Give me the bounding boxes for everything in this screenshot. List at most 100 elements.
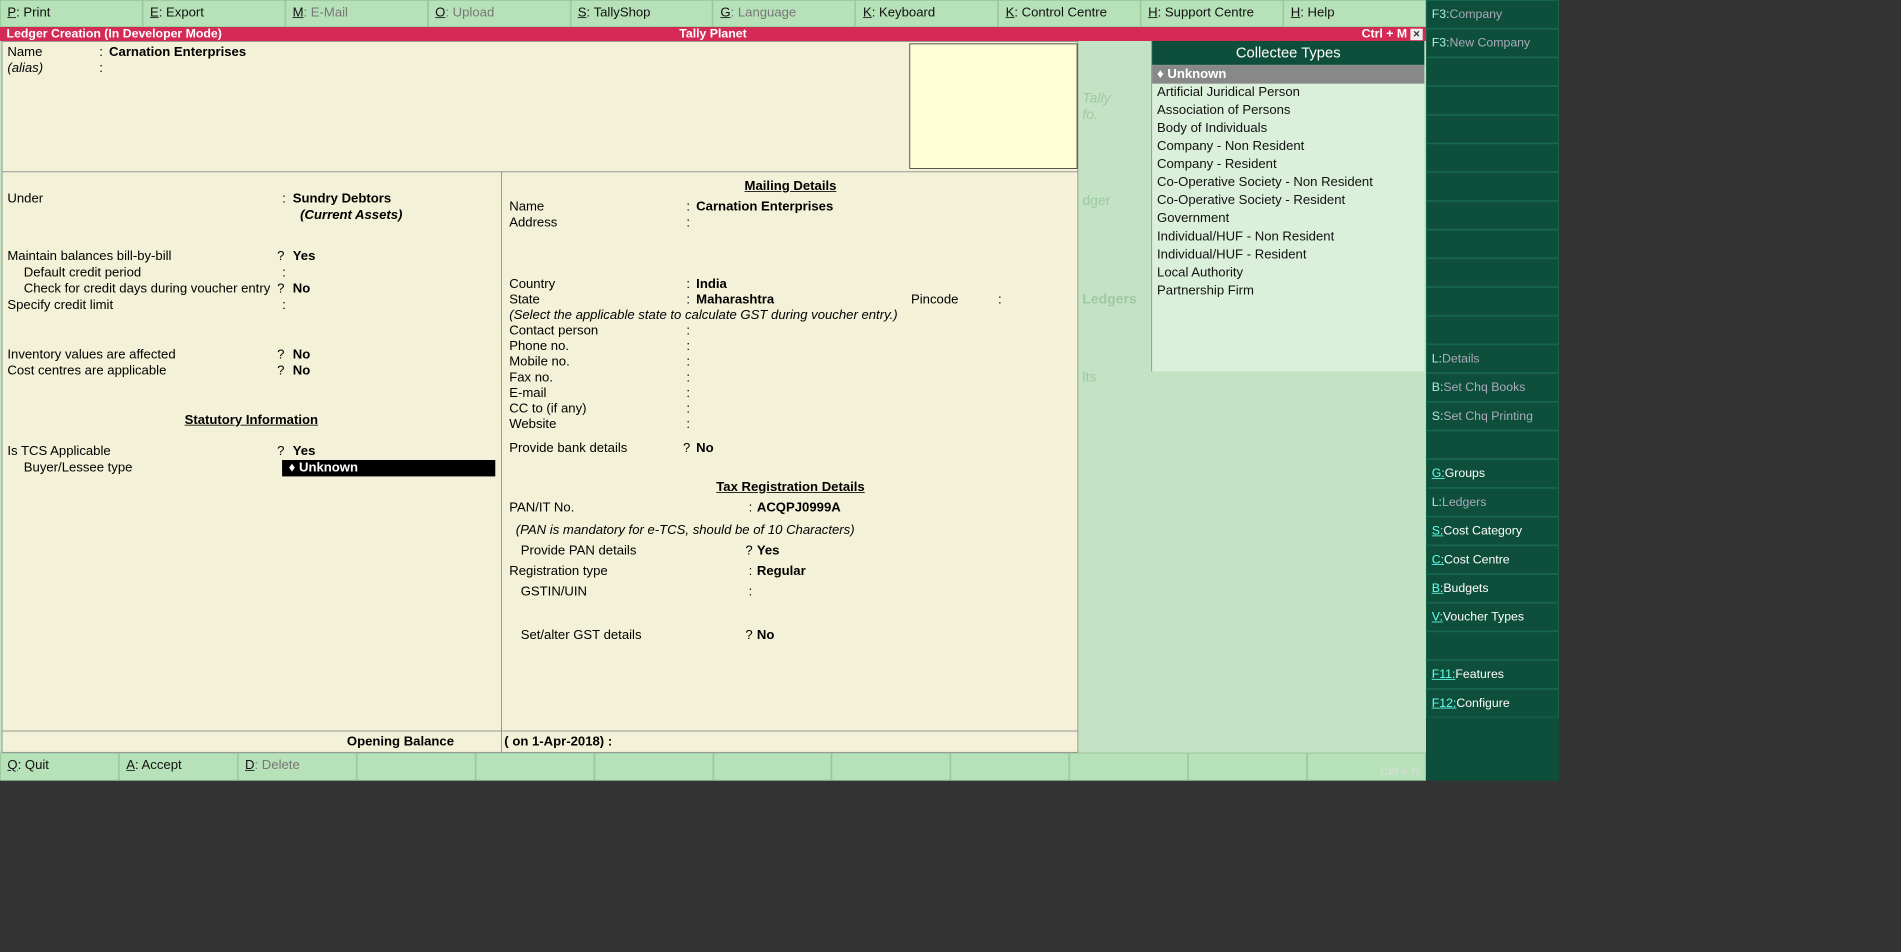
side-spacer xyxy=(1426,316,1559,345)
menu-help[interactable]: H: Help xyxy=(1283,0,1426,27)
check-credit-label: Check for credit days during voucher ent… xyxy=(24,281,270,297)
mailing-title: Mailing Details xyxy=(506,180,1075,195)
side-company[interactable]: F3: Company xyxy=(1426,0,1559,29)
side-spacer xyxy=(1426,57,1559,86)
collectee-item[interactable]: Individual/HUF - Non Resident xyxy=(1152,228,1424,246)
side-spacer xyxy=(1426,431,1559,460)
collectee-item[interactable]: Artificial Juridical Person xyxy=(1152,84,1424,102)
side-ledgers[interactable]: L: Ledgers xyxy=(1426,488,1559,517)
country-label: Country xyxy=(509,276,555,292)
menu-empty xyxy=(951,753,1070,781)
side-new-company[interactable]: F3: New Company xyxy=(1426,29,1559,58)
side-set-chq-printing[interactable]: S: Set Chq Printing xyxy=(1426,402,1559,431)
collectee-item[interactable]: Body of Individuals xyxy=(1152,120,1424,138)
side-budgets[interactable]: B: Budgets xyxy=(1426,574,1559,603)
buyer-field[interactable]: ♦ Unknown xyxy=(282,460,495,476)
email-label: E-mail xyxy=(509,385,546,401)
side-spacer xyxy=(1426,287,1559,316)
tcs-label: Is TCS Applicable xyxy=(7,444,110,460)
side-cost-centre[interactable]: C: Cost Centre xyxy=(1426,545,1559,574)
side-configure[interactable]: F12: Configure xyxy=(1426,689,1559,718)
menu-empty xyxy=(594,753,713,781)
check-credit-field[interactable]: No xyxy=(293,281,310,297)
collectee-item[interactable]: Unknown xyxy=(1152,66,1424,84)
under-field[interactable]: Sundry Debtors xyxy=(293,191,391,207)
opening-balance-row: Opening Balance ( on 1-Apr-2018) : xyxy=(2,731,1077,752)
cc-label: CC to (if any) xyxy=(509,401,586,417)
maintain-field[interactable]: Yes xyxy=(293,248,316,264)
provide-pan-field[interactable]: Yes xyxy=(757,543,780,559)
bank-label: Provide bank details xyxy=(509,440,627,456)
menu-accept[interactable]: A: Accept xyxy=(119,753,238,781)
menu-print[interactable]: P: Print xyxy=(0,0,143,27)
menu-delete[interactable]: D: Delete xyxy=(238,753,357,781)
collectee-item[interactable]: Government xyxy=(1152,210,1424,228)
side-spacer xyxy=(1426,115,1559,144)
alias-label: (alias) xyxy=(7,62,43,77)
country-field[interactable]: India xyxy=(696,276,727,292)
inv-field[interactable]: No xyxy=(293,347,310,363)
side-details[interactable]: L: Details xyxy=(1426,344,1559,373)
side-spacer xyxy=(1426,144,1559,173)
side-button-bar: F3: CompanyF3: New Company L: DetailsB: S… xyxy=(1426,0,1559,781)
top-menu: P: PrintE: ExportM: E-MailO: UploadS: Ta… xyxy=(0,0,1426,27)
menu-quit[interactable]: Q: Quit xyxy=(0,753,119,781)
collectee-item[interactable]: Company - Resident xyxy=(1152,156,1424,174)
menu-export[interactable]: E: Export xyxy=(143,0,286,27)
collectee-item[interactable]: Partnership Firm xyxy=(1152,282,1424,300)
provide-pan-label: Provide PAN details xyxy=(521,543,637,559)
phone-label: Phone no. xyxy=(509,339,569,355)
opening-date: ( on 1-Apr-2018) : xyxy=(504,735,612,750)
cost-label: Cost centres are applicable xyxy=(7,363,166,379)
state-field[interactable]: Maharashtra xyxy=(696,292,774,308)
contact-label: Contact person xyxy=(509,323,598,339)
menu-empty xyxy=(1188,753,1307,781)
side-groups[interactable]: G: Groups xyxy=(1426,459,1559,488)
menu-support centre[interactable]: H: Support Centre xyxy=(1141,0,1284,27)
bg-text: fo. xyxy=(1082,107,1098,123)
side-features[interactable]: F11: Features xyxy=(1426,660,1559,689)
state-note: (Select the applicable state to calculat… xyxy=(509,308,897,324)
collectee-item[interactable]: Individual/HUF - Resident xyxy=(1152,246,1424,264)
side-spacer xyxy=(1426,86,1559,115)
maintain-label: Maintain balances bill-by-bill xyxy=(7,248,171,264)
addr-label: Address xyxy=(509,215,557,231)
reg-field[interactable]: Regular xyxy=(757,563,806,579)
menu-control centre[interactable]: K: Control Centre xyxy=(998,0,1141,27)
bank-field[interactable]: No xyxy=(696,440,713,456)
menu-language[interactable]: G: Language xyxy=(713,0,856,27)
side-spacer xyxy=(1426,201,1559,230)
name-field[interactable]: Carnation Enterprises xyxy=(109,45,246,60)
reg-label: Registration type xyxy=(509,563,607,579)
collectee-item[interactable]: Co-Operative Society - Non Resident xyxy=(1152,174,1424,192)
cost-field[interactable]: No xyxy=(293,363,310,379)
collectee-item[interactable]: Association of Persons xyxy=(1152,102,1424,120)
menu-e-mail[interactable]: M: E-Mail xyxy=(285,0,428,27)
menu-keyboard[interactable]: K: Keyboard xyxy=(856,0,999,27)
menu-empty xyxy=(832,753,951,781)
side-spacer xyxy=(1426,258,1559,287)
menu-empty xyxy=(1069,753,1188,781)
pan-field[interactable]: ACQPJ0999A xyxy=(757,500,841,516)
bottom-menu: Q: QuitA: AcceptD: Delete xyxy=(0,753,1426,781)
tcs-field[interactable]: Yes xyxy=(293,444,316,460)
spec-limit-label: Specify credit limit xyxy=(7,298,113,314)
mobile-label: Mobile no. xyxy=(509,354,570,370)
side-cost-category[interactable]: S: Cost Category xyxy=(1426,517,1559,546)
collectee-types-panel: Collectee Types UnknownArtificial Juridi… xyxy=(1151,41,1424,371)
side-set-chq-books[interactable]: B: Set Chq Books xyxy=(1426,373,1559,402)
side-spacer xyxy=(1426,230,1559,259)
under-sub: (Current Assets) xyxy=(300,207,402,223)
under-label: Under xyxy=(7,191,43,207)
main-area: Tally fo. dger Ledgers lts Name : Carnat… xyxy=(0,41,1426,753)
mail-name-field[interactable]: Carnation Enterprises xyxy=(696,199,833,215)
setalter-field[interactable]: No xyxy=(757,627,774,643)
inv-label: Inventory values are affected xyxy=(7,347,175,363)
collectee-item[interactable]: Company - Non Resident xyxy=(1152,138,1424,156)
side-spacer xyxy=(1426,631,1559,660)
side-voucher-types[interactable]: V: Voucher Types xyxy=(1426,603,1559,632)
menu-upload[interactable]: O: Upload xyxy=(428,0,571,27)
collectee-item[interactable]: Local Authority xyxy=(1152,264,1424,282)
collectee-item[interactable]: Co-Operative Society - Resident xyxy=(1152,192,1424,210)
menu-tallyshop[interactable]: S: TallyShop xyxy=(570,0,713,27)
